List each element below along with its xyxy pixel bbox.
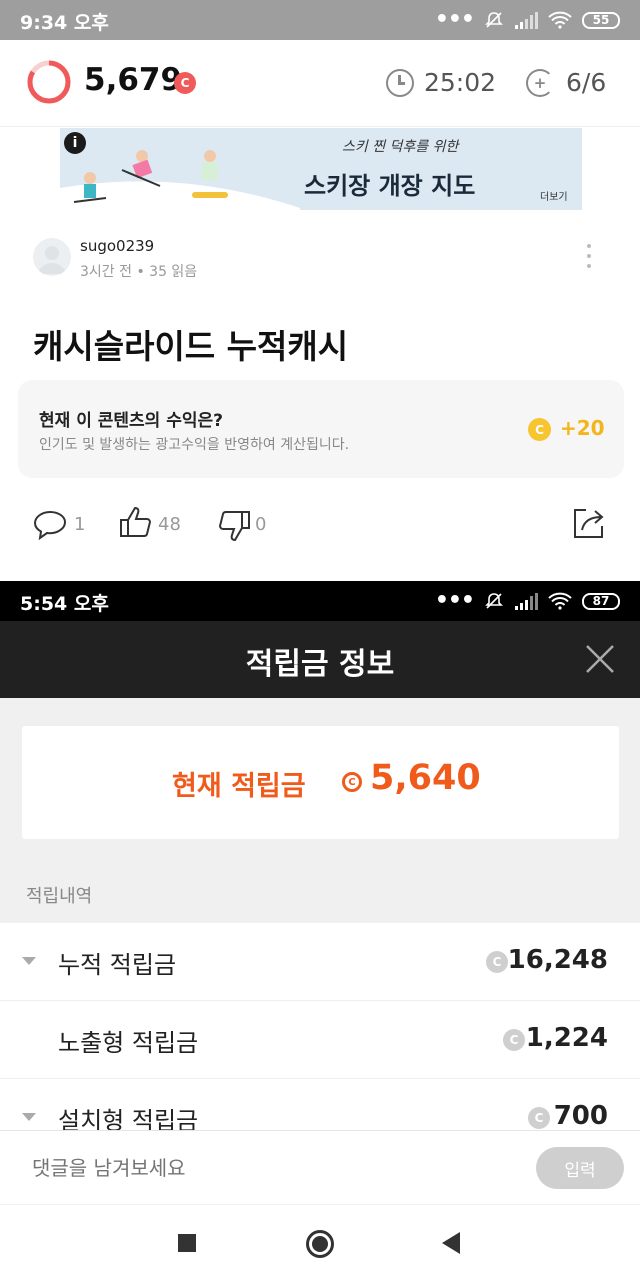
revenue-amount: +20 [560, 416, 605, 440]
status-bar: 5:54 오후 ••• 87 [0, 581, 640, 621]
wifi-icon [548, 11, 572, 29]
page-title: 적립금 정보 [245, 647, 395, 682]
post-title: 캐시슬라이드 누적캐시 [33, 327, 349, 366]
count-value: 6/6 [566, 68, 607, 97]
status-time: 9:34 오후 [20, 12, 109, 34]
battery-icon: 87 [582, 592, 620, 610]
status-time: 5:54 오후 [20, 593, 109, 615]
ad-banner[interactable]: i 스키 찐 덕후를 위한 스키장 개장 지도 더보기 [60, 128, 582, 210]
coin-plus-icon: + [526, 69, 554, 97]
comment-bar: 입력 [0, 1130, 640, 1204]
comment-icon[interactable] [33, 510, 67, 540]
status-bar: 9:34 오후 ••• 55 [0, 0, 640, 40]
list-item[interactable]: 누적 적립금 C 16,248 [0, 923, 640, 1001]
like-count: 48 [158, 514, 181, 535]
row-value: 700 [553, 1101, 608, 1131]
revenue-description: 인기도 및 발생하는 광고수익을 반영하여 계산됩니다. [39, 437, 350, 453]
coin-icon: C [486, 951, 508, 973]
share-icon[interactable] [572, 506, 606, 540]
comment-count: 1 [74, 514, 86, 535]
back-icon[interactable] [442, 1232, 460, 1254]
more-notifications-icon: ••• [434, 7, 475, 32]
more-options-icon[interactable] [584, 244, 594, 274]
dislike-count: 0 [255, 514, 267, 535]
chevron-down-icon[interactable] [22, 1113, 36, 1121]
submit-comment-button[interactable]: 입력 [536, 1147, 624, 1189]
signal-icon [515, 12, 538, 29]
info-badge-icon: i [64, 132, 86, 154]
more-notifications-icon: ••• [434, 588, 475, 613]
post-actions: 1 48 0 [0, 500, 640, 550]
savings-header: 적립금 정보 [0, 621, 640, 698]
recent-apps-icon[interactable] [178, 1234, 196, 1252]
timer-value: 25:02 [424, 68, 497, 97]
avatar[interactable] [33, 238, 71, 276]
mute-bell-icon [485, 12, 503, 28]
post-meta: 3시간 전 • 35 읽음 [80, 264, 198, 280]
comment-input[interactable] [32, 1151, 512, 1185]
row-value: 16,248 [507, 945, 608, 975]
author-name[interactable]: sugo0239 [80, 237, 154, 255]
status-icons: ••• 55 [435, 8, 620, 32]
like-icon[interactable] [119, 506, 153, 538]
dislike-icon[interactable] [217, 510, 251, 542]
revenue-question: 현재 이 콘텐츠의 수익은? [39, 411, 224, 431]
coin-icon: C [174, 72, 196, 94]
coin-icon: C [503, 1029, 525, 1051]
home-icon[interactable] [306, 1230, 334, 1258]
signal-icon [515, 593, 538, 610]
savings-list: 누적 적립금 C 16,248 노출형 적립금 C 1,224 설치형 적립금 … [0, 923, 640, 1157]
wifi-icon [548, 592, 572, 610]
banner-more-link[interactable]: 더보기 [540, 188, 568, 203]
app-top-bar: 5,679 C 25:02 + 6/6 [0, 40, 640, 127]
balance-label: 현재 적립금 [172, 771, 306, 802]
system-nav-bar [0, 1204, 640, 1280]
status-icons: ••• 87 [435, 589, 620, 613]
row-label: 누적 적립금 [58, 951, 177, 979]
coin-icon: C [528, 1107, 550, 1129]
mute-bell-icon [485, 593, 503, 609]
banner-subtitle: 스키 찐 덕후를 위한 [342, 139, 459, 155]
close-icon[interactable] [584, 643, 616, 675]
history-label: 적립내역 [26, 886, 93, 907]
coin-icon: C [342, 772, 362, 792]
points-balance: 5,679 [84, 62, 183, 98]
battery-icon: 55 [582, 11, 620, 29]
row-value: 1,224 [525, 1023, 608, 1053]
balance-amount: 5,640 [370, 758, 481, 798]
banner-title: 스키장 개장 지도 [304, 172, 476, 200]
list-item[interactable]: 노출형 적립금 C 1,224 [0, 1001, 640, 1079]
progress-ring-icon[interactable] [26, 59, 72, 105]
balance-card: 현재 적립금 C 5,640 [22, 726, 619, 839]
coin-icon: C [528, 418, 551, 441]
chevron-down-icon[interactable] [22, 957, 36, 965]
revenue-card: 현재 이 콘텐츠의 수익은? 인기도 및 발생하는 광고수익을 반영하여 계산됩… [18, 380, 624, 478]
row-label: 노출형 적립금 [58, 1029, 199, 1057]
avatar-placeholder-icon [38, 246, 66, 274]
clock-icon [386, 69, 414, 97]
